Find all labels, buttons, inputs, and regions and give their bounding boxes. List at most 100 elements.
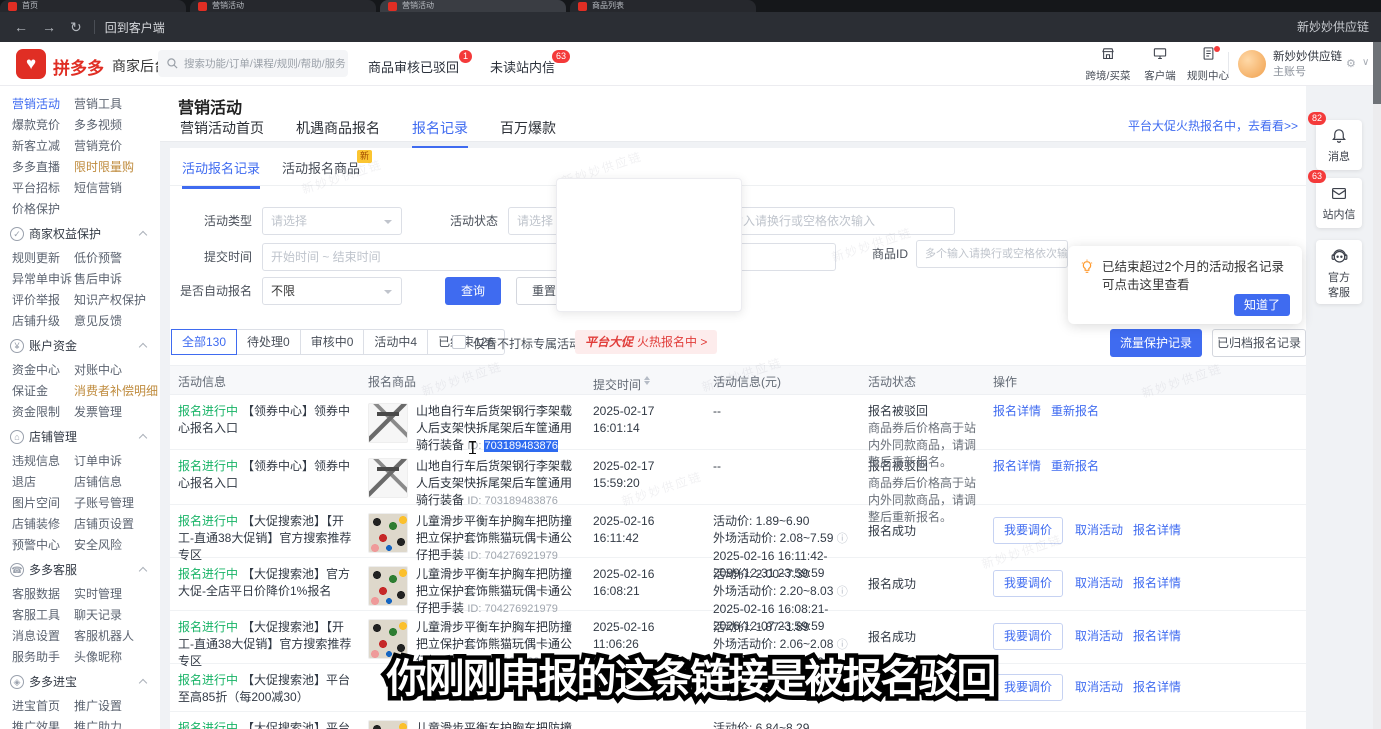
sidebar-item[interactable]: 资金中心 bbox=[12, 360, 74, 381]
sidebar-item[interactable]: 头像昵称 bbox=[74, 647, 160, 668]
browser-tab[interactable]: 首页 bbox=[0, 0, 186, 12]
signup-detail-link[interactable]: 报名详情 bbox=[993, 459, 1041, 473]
sidebar-item[interactable]: 订单申诉 bbox=[74, 451, 160, 472]
sidebar-item[interactable]: 规则更新 bbox=[12, 248, 74, 269]
flow-protect-records-button[interactable]: 流量保护记录 bbox=[1110, 329, 1202, 357]
tab[interactable]: 机遇商品报名 bbox=[296, 118, 380, 148]
back-icon[interactable]: ← bbox=[14, 19, 28, 35]
refresh-icon[interactable]: ↻ bbox=[70, 19, 82, 36]
sidebar-item[interactable]: 消费者补偿明细 bbox=[74, 381, 160, 402]
account-avatar[interactable] bbox=[1238, 50, 1266, 78]
submit-time-range-input[interactable]: 开始时间 ~ 结束时间 bbox=[262, 243, 836, 271]
adjust-price-button[interactable]: 我要调价 bbox=[993, 674, 1063, 701]
goods-id-input[interactable]: 多个输入请换行或空格依次输入 bbox=[916, 240, 1068, 268]
product-thumbnail[interactable] bbox=[368, 403, 408, 443]
sidebar-item[interactable]: 低价预警 bbox=[74, 248, 160, 269]
sidebar-item[interactable]: 消息设置 bbox=[12, 626, 74, 647]
sidebar-item[interactable]: 意见反馈 bbox=[74, 311, 160, 332]
sidebar-section-customer-service[interactable]: ☎ 多多客服 bbox=[0, 556, 160, 584]
info-icon[interactable]: ⓘ bbox=[837, 586, 848, 598]
sidebar-section-shop-manage[interactable]: ⌂ 店铺管理 bbox=[0, 423, 160, 451]
browser-tab[interactable]: 营销活动 bbox=[380, 0, 566, 12]
back-to-client-link[interactable]: 回到客户端 bbox=[105, 19, 165, 36]
open-dropdown-panel[interactable] bbox=[556, 178, 742, 312]
tab[interactable]: 百万爆款 bbox=[500, 118, 556, 148]
sidebar-item[interactable]: 保证金 bbox=[12, 381, 74, 402]
sidebar-item[interactable]: 多多视频 bbox=[74, 115, 160, 136]
sidebar-item[interactable]: 聊天记录 bbox=[74, 605, 160, 626]
sidebar-section-account-funds[interactable]: ¥ 账户资金 bbox=[0, 332, 160, 360]
sidebar-item[interactable]: 图片空间 bbox=[12, 493, 74, 514]
product-thumbnail[interactable] bbox=[368, 458, 408, 498]
scrollbar-thumb[interactable] bbox=[1373, 42, 1381, 104]
re-signup-link[interactable]: 重新报名 bbox=[1051, 459, 1099, 473]
cancel-activity-link[interactable]: 取消活动 bbox=[1075, 523, 1123, 537]
sidebar-item[interactable]: 对账中心 bbox=[74, 360, 160, 381]
adjust-price-button[interactable]: 我要调价 bbox=[993, 570, 1063, 597]
sidebar-item[interactable]: 多多直播 bbox=[12, 157, 74, 178]
sidebar-item[interactable]: 短信营销 bbox=[74, 178, 160, 199]
cancel-activity-link[interactable]: 取消活动 bbox=[1075, 680, 1123, 694]
tab[interactable]: 报名记录 bbox=[412, 118, 468, 148]
subtab-activity-records[interactable]: 活动报名记录 bbox=[182, 158, 260, 189]
search-button[interactable]: 查询 bbox=[445, 277, 501, 305]
activity-type-select[interactable]: 请选择 bbox=[262, 207, 402, 235]
crossborder-entry-button[interactable]: 跨境/买菜 bbox=[1082, 46, 1134, 83]
sidebar-item[interactable]: 评价举报 bbox=[12, 290, 74, 311]
re-signup-link[interactable]: 重新报名 bbox=[1051, 404, 1099, 418]
info-icon[interactable]: ⓘ bbox=[837, 639, 848, 651]
sidebar-item[interactable]: 推广效果 bbox=[12, 717, 74, 729]
browser-tab[interactable]: 营销活动 bbox=[190, 0, 376, 12]
sidebar-item[interactable]: 发票管理 bbox=[74, 402, 160, 423]
sidebar-item[interactable]: 资金限制 bbox=[12, 402, 74, 423]
sidebar-item[interactable]: 客服工具 bbox=[12, 605, 74, 626]
product-thumbnail[interactable] bbox=[368, 566, 408, 606]
sidebar-item[interactable]: 店铺装修 bbox=[12, 514, 74, 535]
chevron-down-icon[interactable]: ∨ bbox=[1362, 57, 1369, 68]
pinduoduo-logo-icon[interactable]: ♥ bbox=[16, 49, 46, 79]
sidebar-item[interactable]: 退店 bbox=[12, 472, 74, 493]
signup-detail-link[interactable]: 报名详情 bbox=[1133, 680, 1181, 694]
promo-link[interactable]: 平台大促火热报名中，去看看>> bbox=[980, 117, 1298, 134]
site-mail-rail-button[interactable]: 站内信 bbox=[1316, 178, 1362, 228]
audit-rejected-link[interactable]: 商品审核已驳回 bbox=[368, 57, 459, 76]
product-thumbnail[interactable] bbox=[368, 513, 408, 553]
sidebar-item[interactable]: 异常单申诉 bbox=[12, 269, 74, 290]
sidebar-item[interactable]: 违规信息 bbox=[12, 451, 74, 472]
unread-mail-link[interactable]: 未读站内信 bbox=[490, 57, 555, 76]
client-app-button[interactable]: 客户端 bbox=[1134, 46, 1186, 83]
sidebar-item[interactable]: 推广设置 bbox=[74, 696, 160, 717]
cancel-activity-link[interactable]: 取消活动 bbox=[1075, 576, 1123, 590]
archived-records-button[interactable]: 已归档报名记录 bbox=[1212, 329, 1306, 357]
sidebar-item[interactable]: 售后申诉 bbox=[74, 269, 160, 290]
product-thumbnail[interactable] bbox=[368, 720, 408, 729]
sidebar-item[interactable]: 子账号管理 bbox=[74, 493, 160, 514]
sidebar-item[interactable]: 营销活动 bbox=[12, 94, 74, 115]
col-submit-time[interactable]: 提交时间 bbox=[585, 366, 705, 394]
signup-detail-link[interactable]: 报名详情 bbox=[1133, 629, 1181, 643]
sidebar-item[interactable]: 店铺升级 bbox=[12, 311, 74, 332]
sidebar-section-duoduo-jinbao[interactable]: ◈ 多多进宝 bbox=[0, 668, 160, 696]
adjust-price-button[interactable]: 我要调价 bbox=[993, 623, 1063, 650]
filter-chip[interactable]: 审核中0 bbox=[300, 329, 365, 355]
rules-center-button[interactable]: 规则中心 bbox=[1182, 46, 1234, 83]
cancel-activity-link[interactable]: 取消活动 bbox=[1075, 629, 1123, 643]
official-support-rail-button[interactable]: 官方 客服 bbox=[1316, 240, 1362, 304]
tab[interactable]: 营销活动首页 bbox=[180, 118, 264, 148]
sidebar-item[interactable]: 服务助手 bbox=[12, 647, 74, 668]
sidebar-section-merchant-rights[interactable]: ✓ 商家权益保护 bbox=[0, 220, 160, 248]
sidebar-item[interactable]: 店铺信息 bbox=[74, 472, 160, 493]
auto-signup-select[interactable]: 不限 bbox=[262, 277, 402, 305]
sidebar-item[interactable]: 价格保护 bbox=[12, 199, 74, 220]
adjust-price-button[interactable]: 我要调价 bbox=[993, 517, 1063, 544]
sidebar-item[interactable]: 推广助力 bbox=[74, 717, 160, 729]
filter-chip[interactable]: 活动中4 bbox=[363, 329, 428, 355]
sidebar-item[interactable]: 新客立减 bbox=[12, 136, 74, 157]
forward-icon[interactable]: → bbox=[42, 19, 56, 35]
signup-detail-link[interactable]: 报名详情 bbox=[993, 404, 1041, 418]
sidebar-item[interactable]: 客服机器人 bbox=[74, 626, 160, 647]
got-it-button[interactable]: 知道了 bbox=[1234, 294, 1290, 316]
sidebar-item[interactable]: 店铺页设置 bbox=[74, 514, 160, 535]
sidebar-item[interactable]: 限时限量购 bbox=[74, 157, 160, 178]
sidebar-item[interactable]: 平台招标 bbox=[12, 178, 74, 199]
